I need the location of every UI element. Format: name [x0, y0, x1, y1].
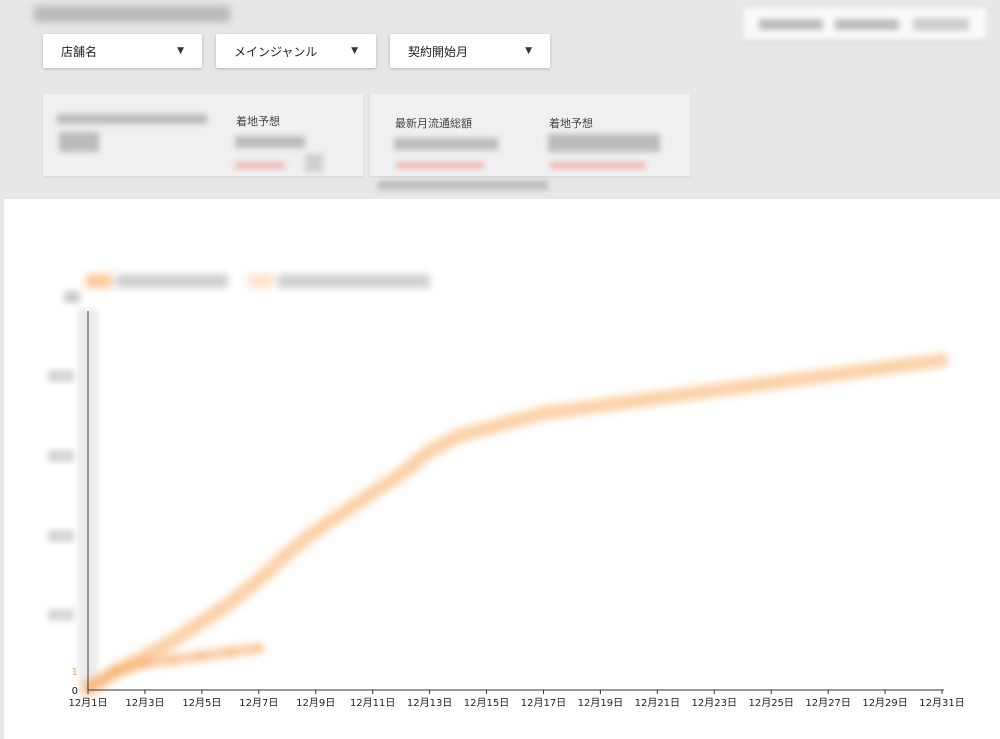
kpi-footnote-redacted: [378, 181, 548, 190]
series-point-b: [709, 385, 720, 396]
series-point-b: [424, 446, 435, 457]
series-point-b: [367, 487, 378, 498]
series-point-b: [680, 389, 691, 400]
series-point-b: [823, 370, 834, 381]
x-tick-label: 12月7日: [239, 697, 278, 709]
top-search-box[interactable]: [743, 8, 987, 40]
series-point-b: [453, 431, 464, 442]
series-point-b: [225, 597, 236, 608]
kpi-label-redacted: [57, 114, 207, 124]
series-line-b: [81, 353, 949, 697]
series-start-annotation: 1: [72, 667, 78, 678]
store-name-dropdown-label: 店舗名: [61, 44, 98, 59]
series-point-b: [880, 362, 891, 373]
page-title: [34, 6, 230, 22]
series-point-b: [282, 548, 293, 559]
main-genre-dropdown-label: メインジャンル: [234, 44, 318, 59]
series-point-b: [908, 359, 919, 370]
legend-text-a-redacted: [116, 274, 228, 288]
caret-down-icon: ▼: [177, 46, 184, 56]
x-tick-label: 12月21日: [635, 697, 680, 709]
x-tick-label: 12月19日: [578, 697, 623, 709]
series-point-a: [169, 655, 178, 664]
x-tick-label: 12月15日: [464, 697, 509, 709]
chart-series-layer: [81, 353, 949, 697]
series-point-b: [652, 393, 663, 404]
y-tick-label: 0: [72, 686, 78, 697]
x-tick-label: 12月1日: [68, 697, 107, 709]
series-point-b: [253, 575, 264, 586]
caret-down-icon: ▼: [351, 46, 358, 56]
y-tick-redacted: [48, 609, 74, 621]
main-genre-dropdown[interactable]: メインジャンル ▼: [216, 34, 376, 68]
series-point-b: [794, 374, 805, 385]
x-tick-label: 12月13日: [407, 697, 452, 709]
series-point-b: [595, 400, 606, 411]
x-tick-label: 12月23日: [692, 697, 737, 709]
series-point-a: [197, 651, 206, 660]
contract-start-month-dropdown-label: 契約開始月: [408, 44, 469, 59]
contract-start-month-dropdown[interactable]: 契約開始月 ▼: [390, 34, 550, 68]
x-tick-label: 12月29日: [862, 697, 907, 709]
series-point-b: [168, 635, 179, 646]
y-tick-redacted: [48, 370, 74, 382]
kpi-latest-gmv-delta-redacted: [396, 162, 484, 169]
x-tick-label: 12月25日: [748, 697, 793, 709]
series-point-b: [538, 408, 549, 419]
series-point-b: [937, 355, 947, 366]
series-point-b: [310, 525, 321, 536]
kpi-latest-gmv-label: 最新月流通総額: [395, 117, 472, 130]
caret-down-icon: ▼: [525, 46, 532, 56]
series-point-b: [766, 378, 777, 389]
series-point-a: [226, 648, 235, 657]
series-point-b: [737, 381, 748, 392]
kpi-forecast-label: 着地予想: [236, 115, 280, 128]
kpi-card-gmv: 最新月流通総額 着地予想: [370, 94, 690, 176]
y-axis-redacted-ticks: [48, 291, 98, 685]
legend-swatch-a: [86, 274, 112, 288]
series-point-b: [566, 404, 577, 415]
kpi-value-redacted: [59, 132, 99, 152]
x-tick-label: 12月3日: [125, 697, 164, 709]
x-tick-label: 12月11日: [350, 697, 395, 709]
series-point-b: [196, 616, 207, 627]
x-tick-label: 12月31日: [919, 697, 964, 709]
series-point-b: [339, 506, 350, 517]
kpi-forecast-label-2: 着地予想: [549, 117, 593, 130]
kpi-forecast-delta-redacted-2: [550, 162, 646, 169]
series-point-b: [396, 468, 407, 479]
search-placeholder-part: [835, 19, 899, 30]
x-tick-label: 12月27日: [805, 697, 850, 709]
series-point-a: [112, 667, 121, 676]
kpi-forecast-sub-redacted: [305, 154, 323, 172]
y-tick-redacted: [48, 450, 74, 462]
series-point-a: [140, 659, 149, 668]
legend-swatch-b: [248, 274, 274, 288]
x-tick-label: 12月5日: [182, 697, 221, 709]
kpi-latest-gmv-value-redacted: [394, 138, 498, 150]
x-tick-label: 12月9日: [296, 697, 335, 709]
kpi-forecast-value-redacted: [235, 136, 305, 148]
kpi-forecast-delta-redacted: [235, 162, 285, 169]
gmv-line-chart: 12月1日 12月3日 12月5日 12月7日 12月9日 12月11日 12月13日 12月…: [48, 274, 965, 709]
legend-text-b-redacted: [278, 274, 430, 288]
search-placeholder-part: [759, 19, 823, 30]
series-point-b: [851, 366, 862, 377]
series-point-b: [623, 396, 634, 407]
y-tick-redacted: [64, 291, 80, 303]
search-placeholder-part: [913, 18, 969, 31]
kpi-card-forecast: 着地予想: [43, 94, 363, 176]
series-point-b: [510, 415, 520, 426]
chart-legend: [86, 274, 430, 288]
kpi-forecast-value-redacted-2: [548, 134, 660, 152]
x-tick-label: 12月17日: [521, 697, 566, 709]
store-name-dropdown[interactable]: 店舗名 ▼: [43, 34, 202, 68]
series-point-b: [481, 423, 492, 434]
y-tick-redacted: [48, 530, 74, 542]
series-point-a: [254, 644, 263, 653]
chart-panel: 12月1日 12月3日 12月5日 12月7日 12月9日 12月11日 12月13日 12月…: [4, 199, 1000, 739]
